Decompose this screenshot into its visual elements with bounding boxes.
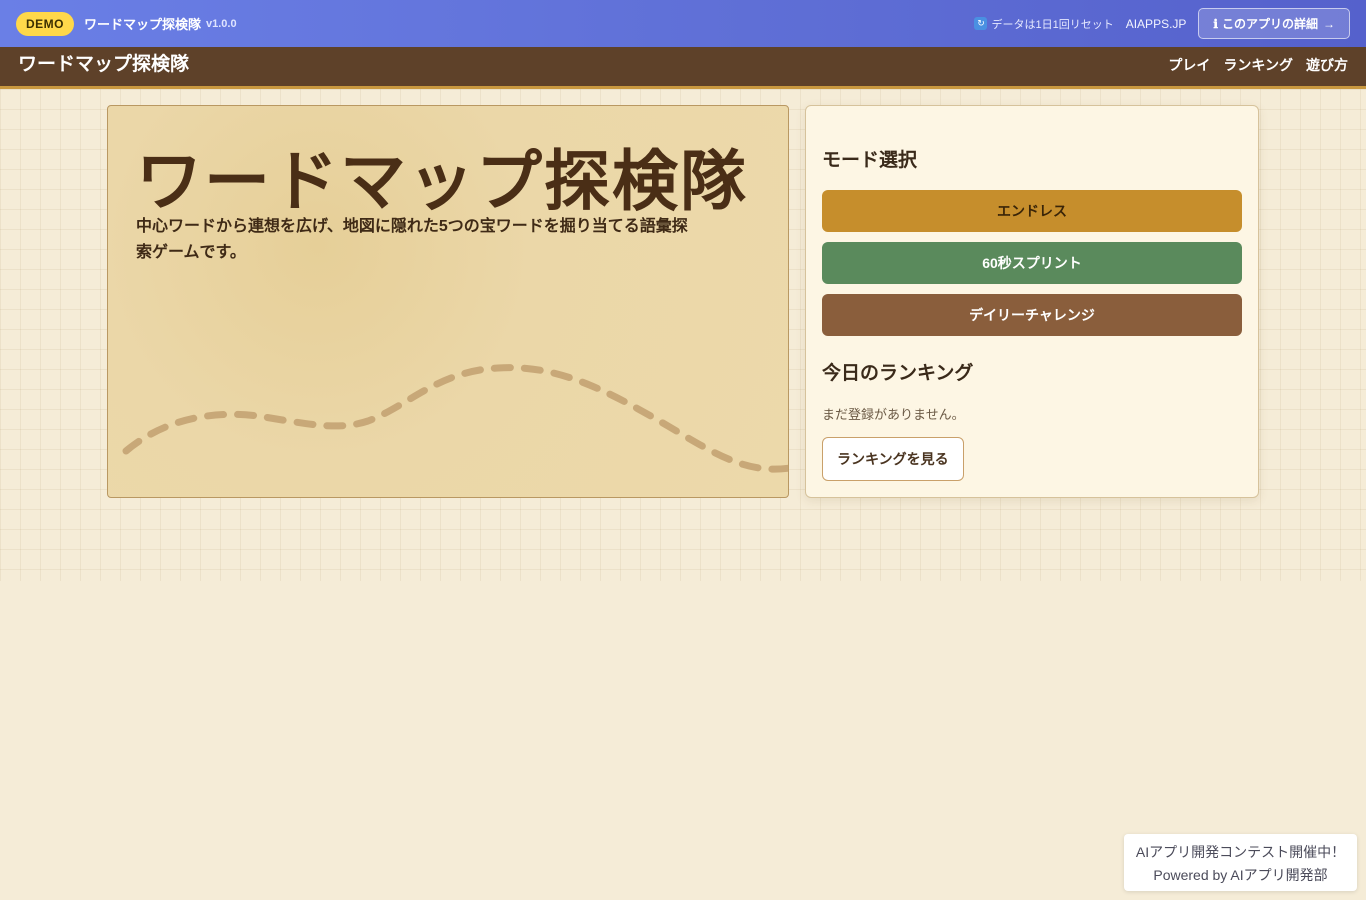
view-ranking-button[interactable]: ランキングを見る: [822, 437, 964, 481]
hero-description: 中心ワードから連想を広げ、地図に隠れた5つの宝ワードを掘り当てる語彙探索ゲームで…: [136, 218, 688, 261]
sprint-mode-button[interactable]: 60秒スプリント: [822, 242, 1242, 284]
hero-card: ワードマップ探検隊 中心ワードから連想を広げ、地図に隠れた5つの宝ワードを掘り当…: [107, 105, 789, 498]
aiapps-link[interactable]: AIAPPS.JP: [1126, 17, 1187, 31]
ranking-empty-note: まだ登録がありません。: [822, 407, 965, 422]
reset-note: ↻ データは1日1回リセット: [974, 16, 1114, 32]
site-nav: ワードマップ探検隊 プレイ ランキング 遊び方: [0, 47, 1366, 89]
refresh-icon: ↻: [974, 17, 988, 30]
promo-line-2: Powered by AIアプリ開発部: [1153, 867, 1328, 883]
arrow-right-icon: →: [1323, 16, 1335, 31]
demo-badge: DEMO: [16, 11, 74, 36]
contest-promo[interactable]: AIアプリ開発コンテスト開催中！ Powered by AIアプリ開発部: [1124, 834, 1357, 891]
nav-link-howto[interactable]: 遊び方: [1306, 55, 1348, 75]
site-title[interactable]: ワードマップ探検隊: [18, 49, 189, 76]
side-panel: モード選択 エンドレス 60秒スプリント デイリーチャレンジ 今日のランキング …: [805, 105, 1259, 498]
demo-bar-right: ↻ データは1日1回リセット AIAPPS.JP ℹ このアプリの詳細 →: [974, 8, 1350, 39]
promo-line-1: AIアプリ開発コンテスト開催中！: [1135, 844, 1346, 860]
hero-title: ワードマップ探検隊: [136, 144, 748, 218]
demo-bar: DEMO ワードマップ探検隊 v1.0.0 ↻ データは1日1回リセット AIA…: [0, 0, 1366, 47]
reset-note-text: データは1日1回リセット: [991, 18, 1114, 31]
info-icon: ℹ: [1213, 16, 1218, 31]
app-detail-label: このアプリの詳細: [1221, 17, 1318, 31]
nav-link-ranking[interactable]: ランキング: [1223, 55, 1293, 75]
version-label: v1.0.0: [206, 17, 237, 30]
nav-links: プレイ ランキング 遊び方: [1168, 55, 1348, 75]
app-detail-button[interactable]: ℹ このアプリの詳細 →: [1198, 8, 1350, 39]
endless-mode-button[interactable]: エンドレス: [822, 190, 1242, 232]
daily-challenge-button[interactable]: デイリーチャレンジ: [822, 294, 1242, 336]
today-ranking-heading: 今日のランキング: [822, 363, 974, 384]
nav-link-play[interactable]: プレイ: [1168, 55, 1210, 75]
demo-app-name: ワードマップ探検隊: [84, 17, 202, 32]
mode-select-heading: モード選択: [822, 150, 918, 171]
